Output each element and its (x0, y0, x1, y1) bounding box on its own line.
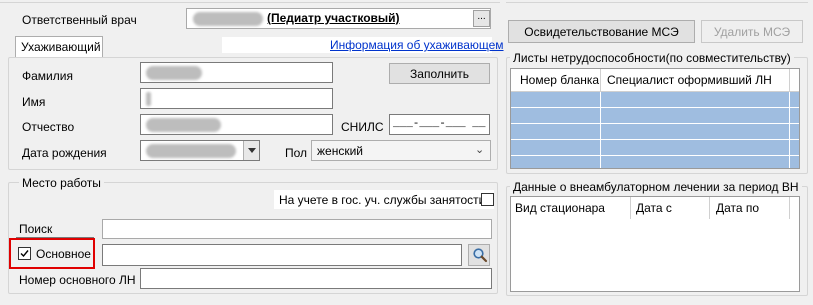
caregiver-info-link[interactable]: Информация об ухаживающем (330, 38, 504, 52)
workplace-search-button[interactable] (468, 244, 490, 266)
sick-leave-grid[interactable]: Номер бланка Специалист оформивший ЛН (510, 68, 800, 169)
inpatient-column-type[interactable]: Вид стационара (515, 201, 605, 215)
selected-row-cell[interactable] (790, 124, 799, 139)
mse-examination-button[interactable]: Освидетельствование МСЭ (508, 20, 695, 43)
selected-row-cell[interactable] (790, 156, 799, 168)
birthdate-label: Дата рождения (22, 146, 107, 160)
patronymic-input[interactable] (140, 114, 333, 135)
top-divider (0, 2, 500, 3)
tab-caregiver[interactable]: Ухаживающий (15, 36, 103, 58)
search-label: Поиск (19, 222, 53, 236)
redacted-patronymic (146, 118, 221, 132)
workplace-name-input[interactable] (102, 244, 462, 266)
snils-label: СНИЛС (341, 120, 384, 134)
selected-row-cell[interactable] (601, 140, 789, 155)
redacted-name (146, 92, 151, 106)
sick-leave-column-blank-number[interactable]: Номер бланка (520, 73, 600, 87)
checkmark-icon (20, 250, 29, 258)
selected-row-cell[interactable] (511, 108, 600, 123)
selected-row-cell[interactable] (601, 156, 789, 168)
sick-leave-column-specialist[interactable]: Специалист оформивший ЛН (607, 73, 772, 87)
main-checkbox-label: Основное (36, 247, 91, 261)
doctor-specialty-text: (Педиатр участковый) (267, 11, 400, 25)
column-divider (789, 69, 790, 91)
responsible-doctor-field[interactable]: (Педиатр участковый) ... (186, 8, 491, 29)
main-ln-label: Номер основного ЛН (19, 273, 136, 287)
main-ln-input[interactable] (140, 268, 492, 289)
inpatient-group-title: Данные о внеамбулаторном лечении за пери… (510, 180, 802, 194)
redacted-doctor-name (193, 12, 263, 26)
delete-mse-button[interactable]: Удалить МСЭ (701, 20, 803, 43)
workplace-search-input[interactable] (102, 219, 492, 239)
workplace-group-title: Место работы (19, 176, 104, 190)
selected-row-cell[interactable] (511, 124, 600, 139)
column-divider (709, 197, 710, 219)
gender-select[interactable]: женский ⌄ (311, 140, 491, 161)
fill-button[interactable]: Заполнить (389, 63, 490, 84)
name-label: Имя (22, 95, 46, 109)
birthdate-picker[interactable] (140, 140, 260, 161)
redacted-surname (146, 66, 202, 80)
chevron-down-icon (247, 148, 256, 153)
snils-input[interactable]: ___-___-___ __ (389, 114, 490, 135)
inpatient-grid[interactable]: Вид стационара Дата с Дата по (510, 196, 800, 292)
tab-caregiver-label: Ухаживающий (21, 40, 101, 54)
column-divider (600, 69, 601, 91)
selected-row-cell[interactable] (511, 140, 600, 155)
employment-checkbox[interactable] (481, 193, 494, 206)
gender-label: Пол (285, 146, 308, 160)
sick-leave-group-title: Листы нетрудоспособности(по совместитель… (510, 51, 794, 65)
surname-label: Фамилия (22, 69, 73, 83)
chevron-down-icon: ⌄ (475, 144, 485, 156)
gender-value: женский (317, 144, 363, 158)
selected-row-cell[interactable] (790, 108, 799, 123)
column-divider (789, 197, 790, 219)
redacted-birthdate (146, 144, 236, 158)
doctor-select-ellipsis-button[interactable]: ... (473, 10, 490, 27)
main-checkbox[interactable] (18, 247, 31, 260)
selected-row-cell[interactable] (601, 92, 789, 107)
name-input[interactable] (140, 88, 333, 109)
selected-row-cell[interactable] (790, 140, 799, 155)
selected-row-cell[interactable] (601, 124, 789, 139)
selected-row-cell[interactable] (790, 92, 799, 107)
search-icon (473, 248, 488, 263)
responsible-doctor-label: Ответственный врач (22, 13, 137, 27)
surname-input[interactable] (140, 62, 333, 83)
inpatient-column-date-from[interactable]: Дата с (636, 201, 672, 215)
right-top-divider (506, 2, 808, 3)
birthdate-dropdown-button[interactable] (243, 141, 259, 160)
selected-row-cell[interactable] (511, 92, 600, 107)
inpatient-column-date-to[interactable]: Дата по (716, 201, 760, 215)
patronymic-label: Отчество (22, 120, 75, 134)
column-divider (630, 197, 631, 219)
snils-mask: ___-___-___ __ (393, 118, 486, 130)
employment-label: На учете в гос. уч. службы занятости (279, 193, 486, 207)
selected-row-cell[interactable] (511, 156, 600, 168)
selected-row-cell[interactable] (601, 108, 789, 123)
